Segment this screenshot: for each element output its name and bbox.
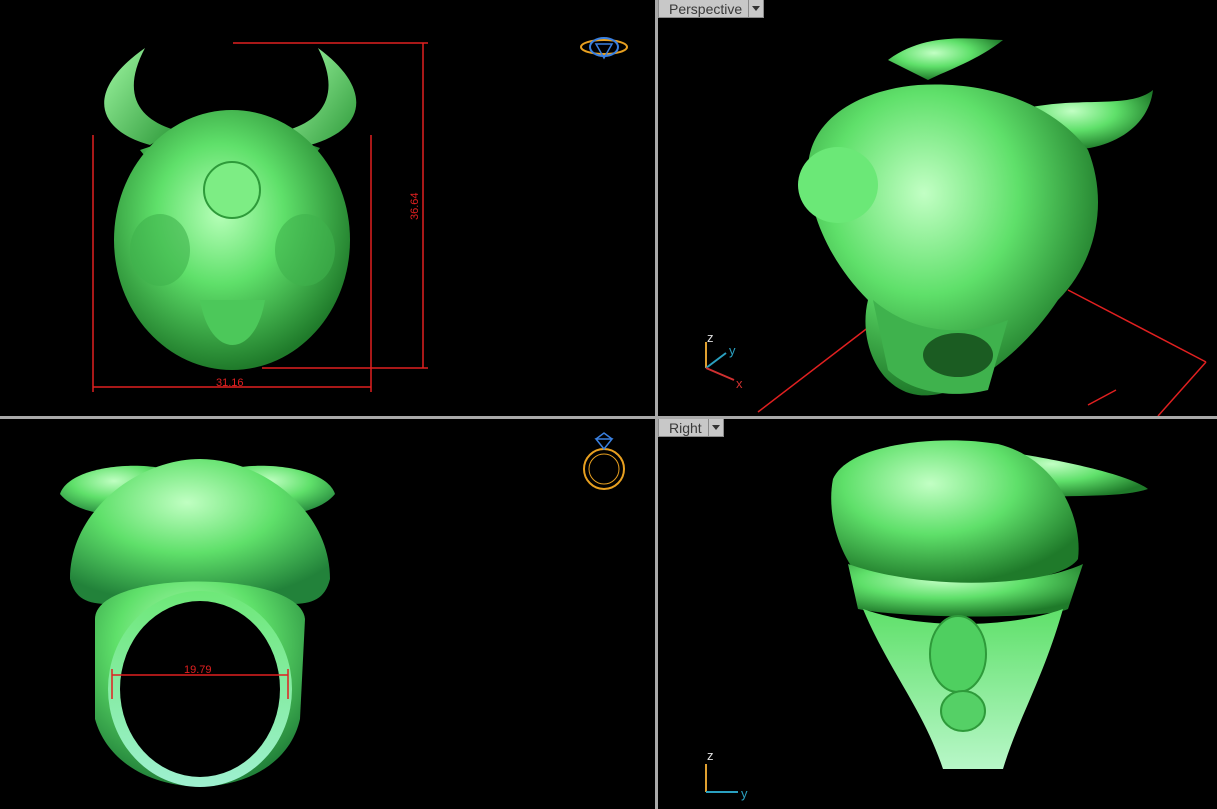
axis-y-label: y <box>741 786 748 801</box>
front-view-canvas: 31.16 36.64 <box>92 37 628 392</box>
axis-x-label: x <box>736 376 743 391</box>
bull-ring-front-model <box>104 48 357 370</box>
viewport-top[interactable]: 19.79 <box>0 419 655 809</box>
axis-y-label: y <box>729 343 736 358</box>
dimension-width-label: 31.16 <box>216 377 244 389</box>
bull-ring-perspective-model <box>798 38 1153 396</box>
bull-ring-right-model <box>831 440 1148 769</box>
viewport-title[interactable]: Perspective <box>658 0 750 18</box>
dimension-diameter-label: 19.79 <box>184 664 212 676</box>
bull-ring-top-model <box>60 459 335 787</box>
world-axes-icon: z y <box>705 748 748 801</box>
viewport-title[interactable]: Right <box>658 419 709 437</box>
viewport-front[interactable]: 31.16 36.64 <box>0 0 655 416</box>
chevron-down-icon[interactable] <box>708 419 724 437</box>
viewport-perspective[interactable]: Perspective z y x <box>658 0 1217 416</box>
axis-z-label: z <box>707 748 714 763</box>
viewport-tab-perspective[interactable]: Perspective <box>658 0 765 18</box>
top-view-canvas: 19.79 <box>60 432 625 787</box>
world-axes-icon: z y x <box>705 330 743 391</box>
perspective-view-canvas: z y x <box>705 38 1207 416</box>
viewport-right[interactable]: Right z y <box>658 419 1217 809</box>
right-view-canvas: z y <box>705 440 1148 801</box>
chevron-down-icon[interactable] <box>749 0 765 18</box>
ring-side-icon <box>583 432 625 490</box>
ring-diamond-top-icon <box>580 37 628 60</box>
viewport-splitter-vertical[interactable] <box>655 0 658 809</box>
dimension-height-label: 36.64 <box>409 192 421 220</box>
axis-z-label: z <box>707 330 714 345</box>
viewport-splitter-horizontal[interactable] <box>0 416 1217 419</box>
viewport-tab-right[interactable]: Right <box>658 419 724 437</box>
